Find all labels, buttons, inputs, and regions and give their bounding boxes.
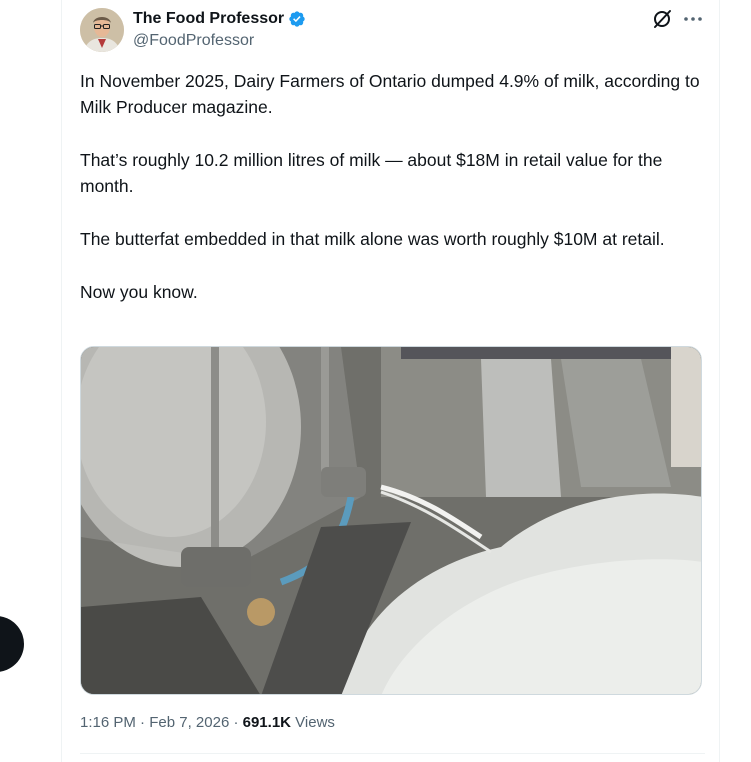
meta-separator: · [229,714,243,731]
bottom-divider [80,753,705,754]
author-display-name[interactable]: The Food Professor [133,10,284,28]
tweet-paragraph: Now you know. [80,282,198,302]
grok-icon[interactable] [651,8,673,30]
timeline-left-border [61,0,62,762]
verified-badge-icon [289,11,305,27]
meta-separator: · [135,714,150,731]
tweet-time[interactable]: 1:16 PM [80,714,136,731]
author-avatar[interactable] [80,8,124,52]
tweet-media-photo[interactable] [80,346,702,695]
tweet-paragraph: That’s roughly 10.2 million litres of mi… [80,150,663,196]
views-count: 691.1K [242,714,291,731]
tweet-paragraph: In November 2025, Dairy Farmers of Ontar… [80,71,700,117]
timeline-right-border [719,0,720,762]
more-options-icon[interactable] [682,8,704,30]
tweet-meta: 1:16 PM · Feb 7, 2026 · 691.1K Views [80,714,335,731]
author-name-row[interactable]: The Food Professor [133,9,306,29]
tweet-paragraph: The butterfat embedded in that milk alon… [80,229,665,249]
tweet-text: In November 2025, Dairy Farmers of Ontar… [80,68,705,332]
floating-action-button[interactable] [0,616,24,672]
views-label: Views [295,714,335,731]
tweet-date[interactable]: Feb 7, 2026 [149,714,229,731]
author-handle[interactable]: @FoodProfessor [133,32,254,50]
